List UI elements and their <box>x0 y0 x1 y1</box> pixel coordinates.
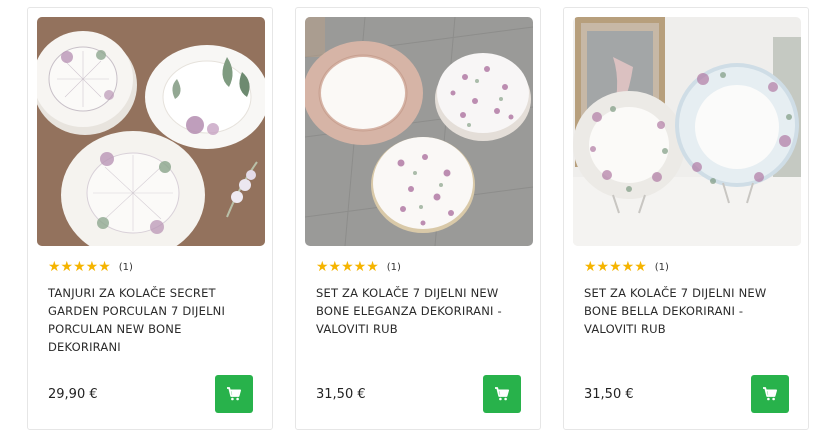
product-card[interactable]: ★★★★★ (1) SET ZA KOLAČE 7 DIJELNI NEW BO… <box>563 7 809 430</box>
rating: ★★★★★ (1) <box>584 260 669 274</box>
product-price: 31,50 € <box>316 387 366 402</box>
product-grid: ★★★★★ (1) TANJURI ZA KOLAČE SECRET GARDE… <box>0 0 840 437</box>
cart-icon <box>495 387 509 401</box>
cart-icon <box>763 387 777 401</box>
product-price: 31,50 € <box>584 387 634 402</box>
product-title[interactable]: SET ZA KOLAČE 7 DIJELNI NEW BONE ELEGANZ… <box>316 284 526 338</box>
star-rating-icon: ★★★★★ <box>584 259 647 275</box>
rating-count: (1) <box>654 261 669 273</box>
rating-count: (1) <box>118 261 133 273</box>
add-to-cart-button[interactable] <box>215 375 253 413</box>
add-to-cart-button[interactable] <box>483 375 521 413</box>
star-rating-icon: ★★★★★ <box>48 259 111 275</box>
product-title[interactable]: SET ZA KOLAČE 7 DIJELNI NEW BONE BELLA D… <box>584 284 794 338</box>
product-card[interactable]: ★★★★★ (1) TANJURI ZA KOLAČE SECRET GARDE… <box>27 7 273 430</box>
rating: ★★★★★ (1) <box>48 260 133 274</box>
product-image[interactable] <box>573 17 801 246</box>
product-card[interactable]: ★★★★★ (1) SET ZA KOLAČE 7 DIJELNI NEW BO… <box>295 7 541 430</box>
rating: ★★★★★ (1) <box>316 260 401 274</box>
product-price: 29,90 € <box>48 387 98 402</box>
star-rating-icon: ★★★★★ <box>316 259 379 275</box>
product-title[interactable]: TANJURI ZA KOLAČE SECRET GARDEN PORCULAN… <box>48 284 258 356</box>
add-to-cart-button[interactable] <box>751 375 789 413</box>
cart-icon <box>227 387 241 401</box>
product-image[interactable] <box>37 17 265 246</box>
rating-count: (1) <box>386 261 401 273</box>
product-image[interactable] <box>305 17 533 246</box>
